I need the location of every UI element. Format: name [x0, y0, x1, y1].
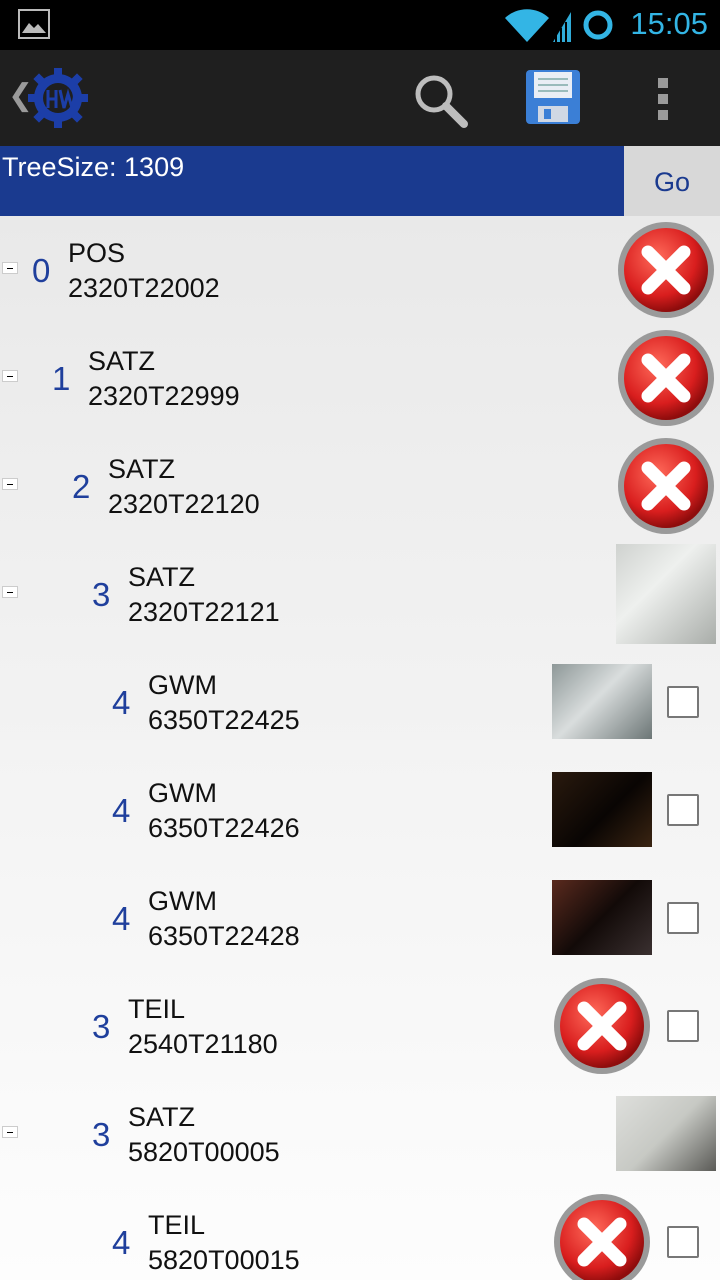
- tree-row[interactable]: 2 SATZ 2320T22120: [0, 432, 720, 540]
- select-checkbox[interactable]: [667, 1010, 699, 1042]
- item-code: 5820T00015: [148, 1245, 300, 1275]
- tree-row[interactable]: 1 SATZ 2320T22999: [0, 324, 720, 432]
- level-number: 3: [92, 576, 111, 613]
- item-type: TEIL: [128, 994, 186, 1024]
- collapse-icon[interactable]: [2, 586, 18, 598]
- level-number: 4: [112, 792, 131, 829]
- level-number: 4: [112, 684, 131, 721]
- item-code: 6350T22428: [148, 921, 300, 951]
- collapse-icon[interactable]: [2, 1126, 18, 1138]
- tree-size-field[interactable]: TreeSize: 1309: [0, 146, 624, 216]
- tree-row[interactable]: 3 TEIL 2540T21180: [0, 972, 720, 1080]
- level-number: 1: [52, 360, 71, 397]
- level-number: 4: [112, 900, 131, 937]
- status-bar: 15:05: [0, 0, 720, 50]
- item-name: GWM 6350T22425: [148, 668, 300, 738]
- item-type: POS: [68, 238, 126, 268]
- tree-row[interactable]: 4 GWM 6350T22426: [0, 756, 720, 864]
- tree-row[interactable]: 3 SATZ 5820T00005: [0, 1080, 720, 1188]
- tree-list[interactable]: 0 POS 2320T22002 1 SATZ 2320T22999 2 SATZ 2320T2…: [0, 216, 720, 1280]
- photo-thumbnail[interactable]: [552, 880, 652, 955]
- level-number: 4: [112, 1224, 131, 1261]
- app-logo-icon[interactable]: [26, 64, 90, 130]
- tree-row[interactable]: 3 SATZ 2320T22121: [0, 540, 720, 648]
- item-code: 2320T22002: [68, 273, 220, 303]
- photo-thumbnail[interactable]: [616, 544, 716, 644]
- item-code: 6350T22426: [148, 813, 300, 843]
- item-type: SATZ: [128, 1102, 195, 1132]
- item-name: TEIL 2540T21180: [128, 992, 278, 1062]
- clock: 15:05: [630, 6, 708, 41]
- delete-icon[interactable]: [616, 328, 716, 428]
- item-type: GWM: [148, 778, 217, 808]
- item-name: GWM 6350T22426: [148, 776, 300, 846]
- save-icon[interactable]: [524, 68, 582, 126]
- photo-thumbnail[interactable]: [552, 664, 652, 739]
- select-checkbox[interactable]: [667, 1226, 699, 1258]
- tree-row[interactable]: 4 GWM 6350T22425: [0, 648, 720, 756]
- delete-icon[interactable]: [616, 220, 716, 320]
- item-name: SATZ 5820T00005: [128, 1100, 280, 1170]
- select-checkbox[interactable]: [667, 794, 699, 826]
- item-name: SATZ 2320T22999: [88, 344, 240, 414]
- level-number: 2: [72, 468, 91, 505]
- tree-row[interactable]: 0 POS 2320T22002: [0, 216, 720, 324]
- delete-icon[interactable]: [616, 436, 716, 536]
- item-code: 2320T22121: [128, 597, 280, 627]
- item-code: 6350T22425: [148, 705, 300, 735]
- level-number: 0: [32, 252, 51, 289]
- delete-icon[interactable]: [552, 976, 652, 1076]
- item-code: 2540T21180: [128, 1029, 278, 1059]
- select-checkbox[interactable]: [667, 902, 699, 934]
- go-button[interactable]: Go: [624, 146, 720, 216]
- select-checkbox[interactable]: [667, 686, 699, 718]
- item-name: GWM 6350T22428: [148, 884, 300, 954]
- tree-row[interactable]: 4 TEIL 5820T00015: [0, 1188, 720, 1280]
- item-type: GWM: [148, 886, 217, 916]
- level-number: 3: [92, 1008, 111, 1045]
- item-name: POS 2320T22002: [68, 236, 220, 306]
- gallery-icon: [18, 9, 50, 39]
- photo-thumbnail[interactable]: [616, 1096, 716, 1171]
- item-code: 5820T00005: [128, 1137, 280, 1167]
- filter-bar: TreeSize: 1309 Go: [0, 146, 720, 216]
- overflow-menu-icon[interactable]: [652, 76, 676, 122]
- search-icon[interactable]: [410, 70, 470, 130]
- item-type: SATZ: [108, 454, 175, 484]
- collapse-icon[interactable]: [2, 370, 18, 382]
- item-type: SATZ: [88, 346, 155, 376]
- item-type: GWM: [148, 670, 217, 700]
- item-name: SATZ 2320T22120: [108, 452, 260, 522]
- item-name: SATZ 2320T22121: [128, 560, 280, 630]
- item-code: 2320T22120: [108, 489, 260, 519]
- item-type: SATZ: [128, 562, 195, 592]
- action-bar: ❮: [0, 50, 720, 146]
- item-code: 2320T22999: [88, 381, 240, 411]
- tree-row[interactable]: 4 GWM 6350T22428: [0, 864, 720, 972]
- delete-icon[interactable]: [552, 1192, 652, 1280]
- item-name: TEIL 5820T00015: [148, 1208, 300, 1278]
- collapse-icon[interactable]: [2, 262, 18, 274]
- collapse-icon[interactable]: [2, 478, 18, 490]
- sync-icon: [583, 10, 613, 40]
- photo-thumbnail[interactable]: [552, 772, 652, 847]
- item-type: TEIL: [148, 1210, 206, 1240]
- level-number: 3: [92, 1116, 111, 1153]
